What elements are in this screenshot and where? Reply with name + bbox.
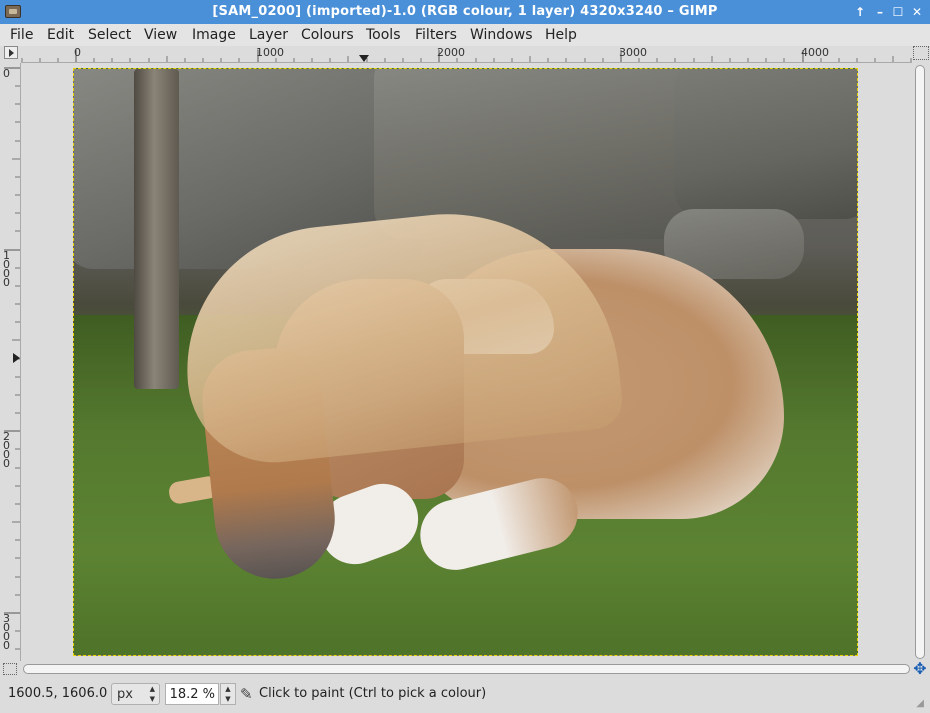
paintbrush-icon: ✎ — [240, 685, 253, 703]
rock-center — [374, 69, 714, 239]
quick-mask-toggle[interactable] — [3, 663, 17, 675]
close-icon[interactable]: ✕ — [908, 3, 926, 21]
horizontal-scrollbar[interactable] — [21, 662, 912, 676]
menu-select[interactable]: Select — [87, 24, 132, 46]
menu-windows[interactable]: Windows — [469, 24, 534, 46]
menu-bar: File Edit Select View Image Layer Colour… — [0, 24, 930, 46]
minimize-icon[interactable]: – — [871, 3, 889, 21]
vertical-scroll-thumb[interactable] — [915, 65, 925, 659]
chevron-updown-icon: ▲ ▼ — [149, 685, 155, 703]
ruler-ticks — [21, 50, 912, 62]
menu-tools[interactable]: Tools — [365, 24, 402, 46]
vruler-label-2000: 2000 — [3, 430, 10, 470]
hruler-label-3000: 3000 — [619, 46, 647, 59]
zoom-input[interactable]: 18.2 % — [165, 683, 219, 705]
wooden-post — [134, 69, 179, 389]
menu-filters[interactable]: Filters — [414, 24, 458, 46]
vruler-label-0: 0 — [3, 67, 10, 80]
image-menu-button[interactable] — [4, 46, 18, 59]
menu-help[interactable]: Help — [544, 24, 578, 46]
unit-selector[interactable]: px ▲ ▼ — [111, 683, 160, 705]
horizontal-scroll-thumb[interactable] — [23, 664, 910, 674]
status-bar: 1600.5, 1606.0 px ▲ ▼ 18.2 % ▲ ▼ ✎ Click t… — [0, 678, 930, 713]
gimp-window: [SAM_0200] (imported)-1.0 (RGB colour, 1… — [0, 0, 930, 713]
vruler-pointer-marker — [13, 353, 20, 363]
hruler-label-4000: 4000 — [801, 46, 829, 59]
vruler-label-1000: 1000 — [3, 249, 10, 289]
menu-file[interactable]: File — [9, 24, 34, 46]
menu-image[interactable]: Image — [191, 24, 237, 46]
window-title: [SAM_0200] (imported)-1.0 (RGB colour, 1… — [212, 4, 718, 19]
horizontal-ruler[interactable]: 0 1000 2000 3000 4000 — [21, 46, 912, 63]
image-canvas[interactable] — [73, 68, 858, 656]
zoom-fit-icon[interactable] — [913, 46, 929, 60]
unit-value: px — [117, 687, 133, 702]
maximize-icon[interactable]: ☐ — [889, 3, 907, 21]
resize-grip-icon[interactable]: ◢ — [916, 698, 924, 709]
status-message: Click to paint (Ctrl to pick a colour) — [259, 686, 487, 701]
hruler-label-1000: 1000 — [256, 46, 284, 59]
menu-edit[interactable]: Edit — [46, 24, 75, 46]
menu-colours[interactable]: Colours — [300, 24, 355, 46]
zoom-dropdown[interactable]: ▲ ▼ — [220, 683, 236, 705]
title-bar[interactable]: [SAM_0200] (imported)-1.0 (RGB colour, 1… — [0, 0, 930, 24]
shade-window-icon[interactable]: ↑ — [851, 3, 869, 21]
pointer-coordinates: 1600.5, 1606.0 — [8, 686, 108, 701]
navigate-icon[interactable]: ✥ — [912, 661, 928, 677]
hruler-label-0: 0 — [74, 46, 81, 59]
hruler-pointer-marker — [359, 55, 369, 62]
rock-right — [674, 69, 857, 219]
vertical-scrollbar[interactable] — [913, 63, 927, 661]
hruler-label-2000: 2000 — [437, 46, 465, 59]
menu-view[interactable]: View — [143, 24, 178, 46]
menu-layer[interactable]: Layer — [248, 24, 289, 46]
vruler-label-3000: 3000 — [3, 612, 10, 652]
